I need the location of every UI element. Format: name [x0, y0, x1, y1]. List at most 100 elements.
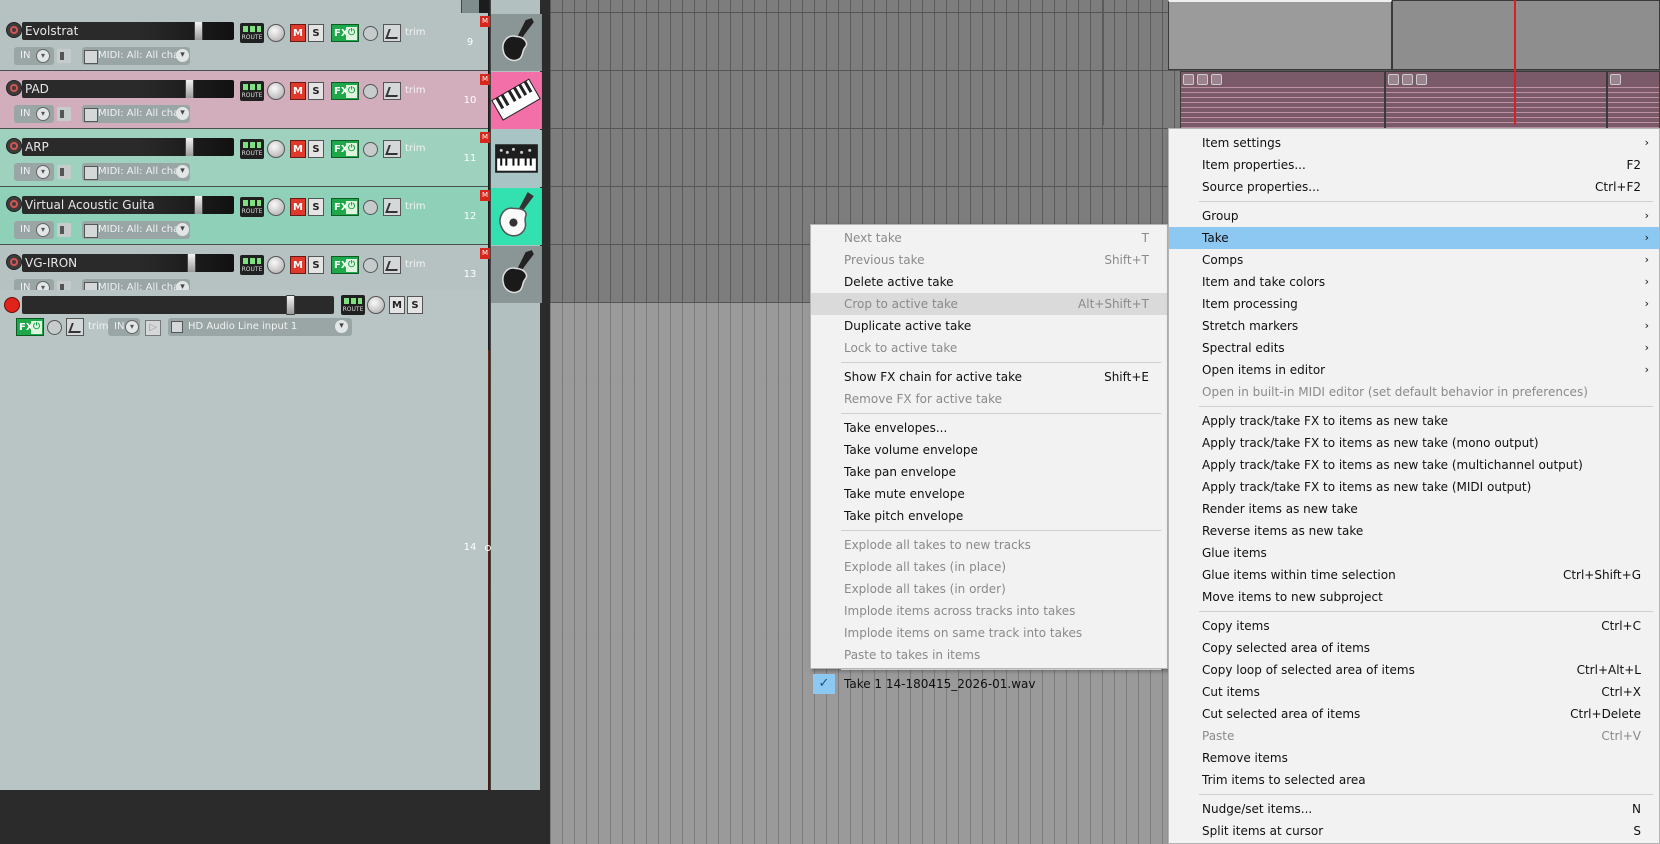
acoustic-guitar-icon[interactable] — [491, 188, 542, 245]
record-arm-button[interactable] — [6, 254, 22, 270]
media-item[interactable] — [1168, 0, 1392, 70]
pan-knob[interactable] — [267, 82, 285, 100]
menu-item-item-settings[interactable]: Item settings › — [1169, 132, 1659, 154]
input-button[interactable]: IN ▾ — [14, 163, 54, 181]
menu-item-implode-items-on-same-track-into-takes[interactable]: Implode items on same track into takes — [811, 622, 1167, 644]
menu-item-stretch-markers[interactable]: Stretch markers › — [1169, 315, 1659, 337]
solo-button[interactable]: S — [407, 296, 423, 314]
menu-item-explode-all-takes-to-new-tracks[interactable]: Explode all takes to new tracks — [811, 534, 1167, 556]
track-10[interactable]: PADROUTEMSFXtrimIN▾MIDI: All: All char — [0, 71, 488, 129]
electric-guitar-icon[interactable] — [491, 246, 542, 303]
menu-item-comps[interactable]: Comps › — [1169, 249, 1659, 271]
midi-item-pad[interactable] — [1180, 71, 1385, 129]
mute-button[interactable]: M — [290, 82, 306, 100]
trim-envelope-button[interactable]: trim — [383, 140, 426, 158]
menu-item-take-envelopes[interactable]: Take envelopes... — [811, 417, 1167, 439]
solo-button[interactable]: S — [308, 256, 324, 274]
track-name-field[interactable]: PAD — [22, 80, 234, 98]
menu-item-take-pitch-envelope[interactable]: Take pitch envelope — [811, 505, 1167, 527]
menu-item-take-1-14-180415-2026-01-wav[interactable]: ✓ Take 1 14-180415_2026-01.wav — [811, 673, 1167, 695]
track-name-field[interactable]: VG-IRON — [22, 254, 234, 272]
menu-item-apply-track-take-fx-to-items-as-new-take-mono-output[interactable]: Apply track/take FX to items as new take… — [1169, 432, 1659, 454]
menu-item-trim-items-to-selected-area[interactable]: Trim items to selected area — [1169, 769, 1659, 791]
menu-item-cut-items[interactable]: Cut items Ctrl+X — [1169, 681, 1659, 703]
track-name-field[interactable] — [22, 295, 334, 315]
menu-item-reverse-items-as-new-take[interactable]: Reverse items as new take — [1169, 520, 1659, 542]
volume-fader-thumb[interactable] — [194, 22, 203, 40]
menu-item-take-pan-envelope[interactable]: Take pan envelope — [811, 461, 1167, 483]
pan-knob[interactable] — [367, 296, 385, 314]
input-button[interactable]: IN ▾ — [14, 47, 54, 65]
volume-fader-thumb[interactable] — [185, 80, 194, 98]
fx-bypass-icon[interactable] — [363, 26, 378, 41]
menu-item-apply-track-take-fx-to-items-as-new-take-multichannel-output[interactable]: Apply track/take FX to items as new take… — [1169, 454, 1659, 476]
midi-input-select[interactable]: MIDI: All: All char — [82, 221, 190, 239]
menu-item-paste-to-takes-in-items[interactable]: Paste to takes in items — [811, 644, 1167, 666]
menu-item-implode-items-across-tracks-into-takes[interactable]: Implode items across tracks into takes — [811, 600, 1167, 622]
fx-bypass-icon[interactable] — [363, 84, 378, 99]
menu-item-group[interactable]: Group › — [1169, 205, 1659, 227]
fx-bypass-icon[interactable] — [363, 200, 378, 215]
record-arm-button[interactable] — [6, 22, 22, 38]
menu-item-take[interactable]: Take › — [1169, 227, 1659, 249]
midi-item-pad[interactable] — [1385, 71, 1607, 129]
volume-fader-thumb[interactable] — [286, 295, 295, 315]
monitor-icon[interactable] — [57, 49, 71, 63]
menu-item-remove-fx-for-active-take[interactable]: Remove FX for active take — [811, 388, 1167, 410]
menu-item-item-processing[interactable]: Item processing › — [1169, 293, 1659, 315]
record-arm-button-active[interactable] — [4, 297, 20, 313]
menu-item-take-mute-envelope[interactable]: Take mute envelope — [811, 483, 1167, 505]
menu-item-crop-to-active-take[interactable]: Crop to active take Alt+Shift+T — [811, 293, 1167, 315]
menu-item-glue-items[interactable]: Glue items — [1169, 542, 1659, 564]
input-button[interactable]: IN ▾ — [108, 318, 140, 336]
menu-item-remove-items[interactable]: Remove items — [1169, 747, 1659, 769]
mute-button[interactable]: M — [290, 198, 306, 216]
keyboard-piano-icon[interactable] — [491, 72, 542, 129]
menu-item-glue-items-within-time-selection[interactable]: Glue items within time selection Ctrl+Shi… — [1169, 564, 1659, 586]
track-14[interactable]: ROUTE M S FX trim IN ▾ ▷ HD Audio Line i… — [0, 290, 488, 790]
menu-item-source-properties[interactable]: Source properties... Ctrl+F2 — [1169, 176, 1659, 198]
monitor-icon[interactable] — [57, 165, 71, 179]
fx-button[interactable]: FX — [331, 140, 359, 158]
midi-input-select[interactable]: MIDI: All: All char — [82, 105, 190, 123]
trim-envelope-button[interactable]: trim — [66, 318, 109, 336]
media-item[interactable] — [1392, 0, 1660, 70]
menu-item-copy-selected-area-of-items[interactable]: Copy selected area of items — [1169, 637, 1659, 659]
menu-item-take-volume-envelope[interactable]: Take volume envelope — [811, 439, 1167, 461]
menu-item-apply-track-take-fx-to-items-as-new-take-midi-output[interactable]: Apply track/take FX to items as new take… — [1169, 476, 1659, 498]
record-arm-button[interactable] — [6, 138, 22, 154]
record-arm-button[interactable] — [6, 80, 22, 96]
fx-bypass-icon[interactable] — [363, 258, 378, 273]
solo-button[interactable]: S — [308, 24, 324, 42]
menu-item-item-and-take-colors[interactable]: Item and take colors › — [1169, 271, 1659, 293]
synthesizer-icon[interactable] — [491, 130, 542, 187]
solo-button[interactable]: S — [308, 140, 324, 158]
trim-envelope-button[interactable]: trim — [383, 82, 426, 100]
trim-envelope-button[interactable]: trim — [383, 198, 426, 216]
mute-button[interactable]: M — [290, 256, 306, 274]
route-button[interactable]: ROUTE — [240, 197, 264, 217]
solo-button[interactable]: S — [308, 82, 324, 100]
mute-button[interactable]: M — [290, 24, 306, 42]
fx-button[interactable]: FX — [331, 198, 359, 216]
input-button[interactable]: IN ▾ — [14, 105, 54, 123]
midi-item-pad[interactable] — [1607, 71, 1660, 129]
menu-item-open-in-built-in-midi-editor-set-default-behavior-in-preferences[interactable]: Open in built-in MIDI editor (set defaul… — [1169, 381, 1659, 403]
route-button[interactable]: ROUTE — [240, 255, 264, 275]
input-button[interactable]: IN ▾ — [14, 221, 54, 239]
menu-item-previous-take[interactable]: Previous take Shift+T — [811, 249, 1167, 271]
menu-item-copy-items[interactable]: Copy items Ctrl+C — [1169, 615, 1659, 637]
solo-button[interactable]: S — [308, 198, 324, 216]
fx-button[interactable]: FX — [16, 318, 44, 336]
resize-handle-icon[interactable] — [485, 545, 491, 551]
menu-item-split-items-at-cursor[interactable]: Split items at cursor S — [1169, 820, 1659, 842]
midi-input-select[interactable]: MIDI: All: All char — [82, 47, 190, 65]
track-11[interactable]: ARPROUTEMSFXtrimIN▾MIDI: All: All char — [0, 129, 488, 187]
route-button[interactable]: ROUTE — [240, 139, 264, 159]
menu-item-paste[interactable]: Paste Ctrl+V — [1169, 725, 1659, 747]
mute-button[interactable]: M — [389, 296, 405, 314]
monitor-icon[interactable] — [57, 107, 71, 121]
pan-knob[interactable] — [267, 256, 285, 274]
track-12[interactable]: Virtual Acoustic GuitaROUTEMSFXtrimIN▾MI… — [0, 187, 488, 245]
midi-input-select[interactable]: MIDI: All: All char — [82, 163, 190, 181]
